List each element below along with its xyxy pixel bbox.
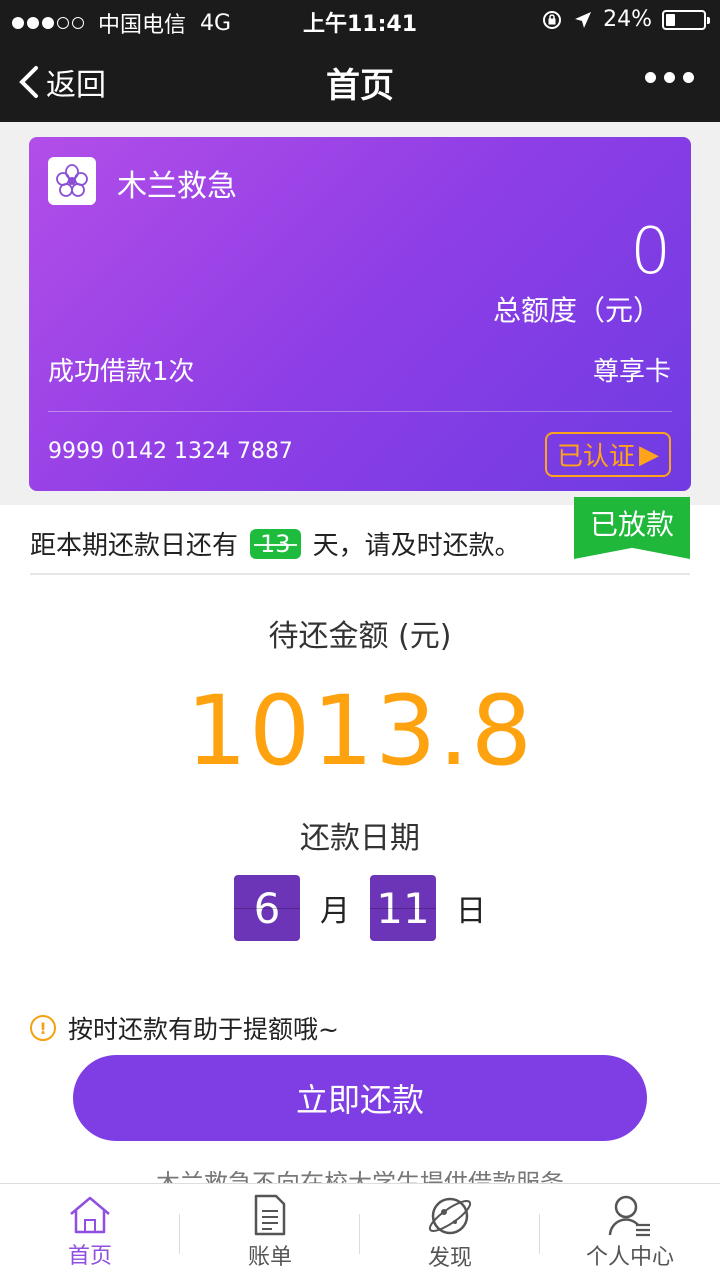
tab-profile-label: 个人中心	[585, 1245, 674, 1270]
tab-home[interactable]: 首页	[0, 1184, 180, 1280]
countdown-prefix: 距本期还款日还有	[30, 531, 239, 561]
total-credit-label: 总额度（元）	[492, 294, 661, 327]
tab-bill-label: 账单	[247, 1245, 292, 1270]
tab-home-label: 首页	[67, 1244, 112, 1269]
repayment-countdown: 距本期还款日还有 13 天，请及时还款。	[30, 525, 521, 562]
tip-text: 按时还款有助于提额哦~	[68, 1015, 339, 1044]
repayment-date-label: 还款日期	[300, 821, 420, 856]
battery-icon	[662, 9, 710, 30]
total-credit-amount: 0	[630, 215, 671, 289]
countdown-days-badge: 13	[250, 528, 301, 559]
tab-profile[interactable]: 个人中心	[540, 1184, 720, 1280]
home-icon	[70, 1196, 110, 1234]
location-arrow-icon	[575, 11, 592, 28]
repayment-tip: ! 按时还款有助于提额哦~	[30, 1010, 339, 1046]
card-product-name: 木兰救急	[117, 169, 237, 204]
discover-icon	[428, 1197, 472, 1235]
section-divider	[30, 573, 690, 575]
profile-icon	[608, 1195, 650, 1237]
repayment-panel: 距本期还款日还有 13 天，请及时还款。 已放款 待还金额 (元) 1013.8…	[0, 497, 720, 1187]
card-tier: 尊享卡	[592, 357, 671, 387]
verified-label: 已认证	[556, 442, 635, 472]
navigation-bar: 返回 首页	[0, 40, 720, 122]
tab-discover[interactable]: 发现	[360, 1184, 540, 1280]
loan-count-text: 成功借款1次	[48, 357, 195, 387]
rotation-lock-icon	[543, 10, 562, 29]
pending-amount-label: 待还金额 (元)	[268, 619, 452, 654]
card-number: 9999 0142 1324 7887	[48, 439, 293, 464]
battery-percent: 24%	[603, 7, 652, 32]
status-bar: 中国电信 4G 上午11:41 24%	[0, 0, 720, 40]
credit-card: 木兰救急 0 总额度（元） 成功借款1次 尊享卡 9999 0142 1324 …	[29, 137, 691, 491]
repayment-date: 6 月 11 日	[0, 875, 720, 941]
month-box: 6	[234, 875, 300, 941]
mulan-flower-logo	[48, 157, 96, 205]
tab-bill[interactable]: 账单	[180, 1184, 360, 1280]
tab-bar: 首页 账单 发现 个人中心	[0, 1183, 720, 1280]
countdown-suffix: 天，请及时还款。	[312, 531, 521, 561]
card-divider	[48, 411, 672, 412]
more-options-button[interactable]	[645, 72, 694, 83]
bill-icon	[254, 1194, 286, 1236]
page-title: 首页	[326, 66, 394, 106]
day-box: 11	[370, 875, 436, 941]
day-unit: 日	[456, 894, 486, 929]
loan-status-ribbon: 已放款	[574, 497, 690, 559]
verified-badge[interactable]: 已认证 ▶	[544, 432, 671, 477]
warning-icon: !	[30, 1015, 56, 1041]
pending-amount: 1013.8	[186, 675, 534, 787]
tab-discover-label: 发现	[427, 1246, 472, 1271]
play-arrow-icon: ▶	[639, 439, 659, 470]
repay-now-button[interactable]: 立即还款	[73, 1055, 647, 1141]
month-unit: 月	[320, 894, 350, 929]
